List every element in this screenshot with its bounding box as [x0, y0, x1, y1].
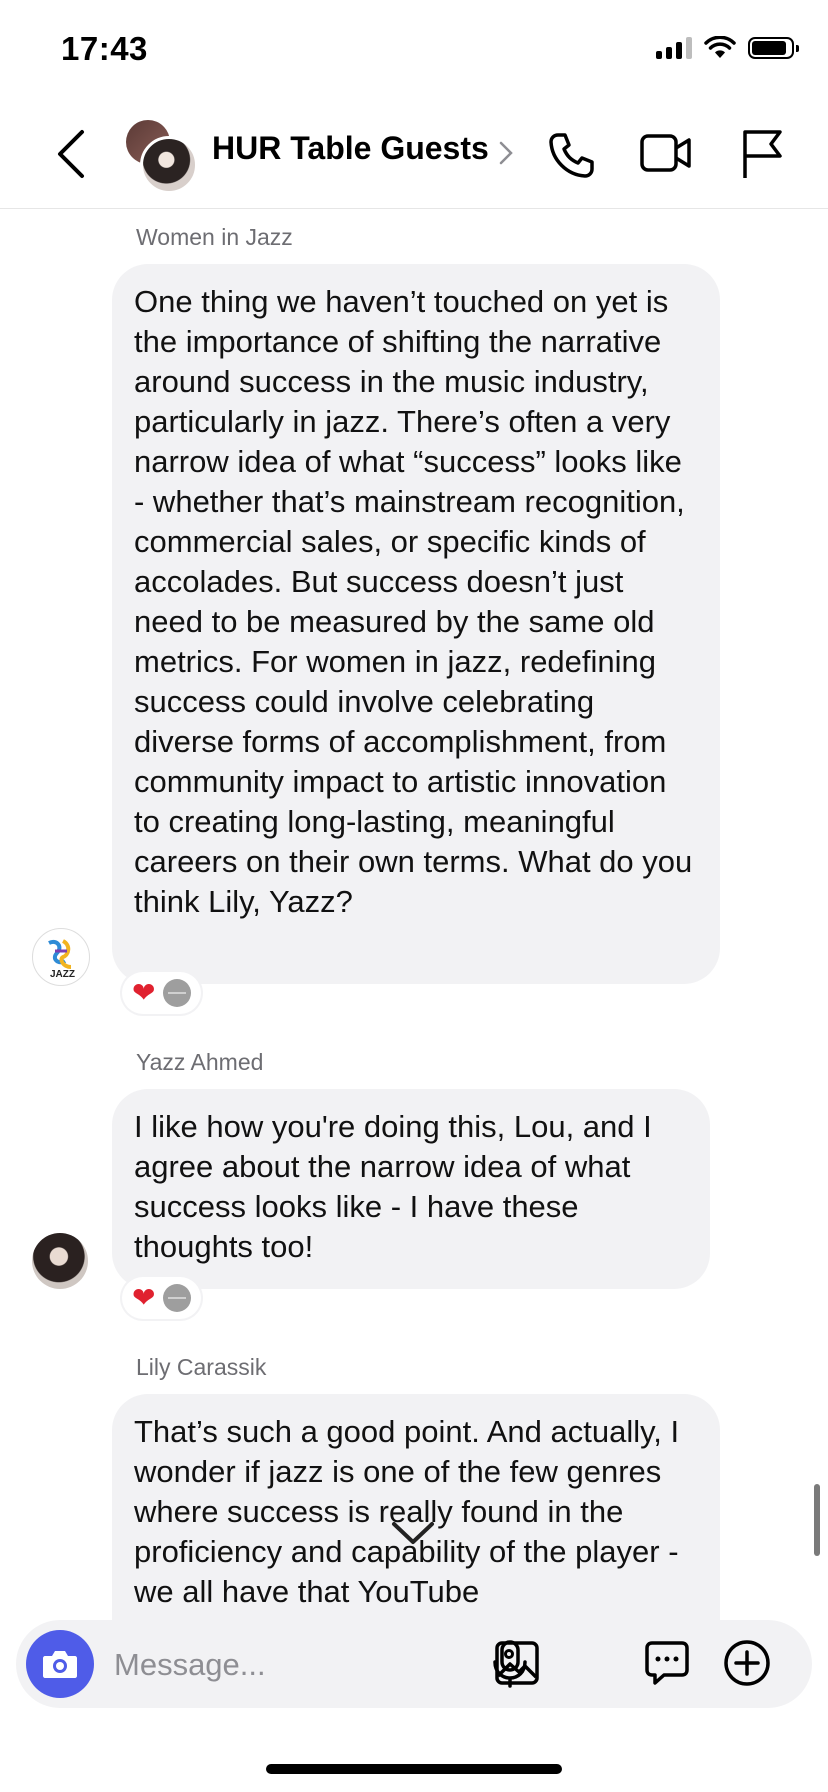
video-call-icon[interactable]: [640, 132, 692, 174]
member-avatar: [140, 136, 198, 194]
sender-name: Lily Carassik: [136, 1354, 267, 1380]
message-input[interactable]: [112, 1642, 416, 1688]
camera-icon: [43, 1651, 77, 1678]
flag-icon[interactable]: [740, 128, 784, 180]
reactor-avatar: [163, 979, 192, 1007]
reactions-bar[interactable]: ❤: [122, 1277, 202, 1319]
scroll-down-chevron-icon[interactable]: [390, 1518, 436, 1548]
image-upload-icon[interactable]: [494, 1640, 540, 1686]
message-bubble[interactable]: I like how you're doing this, Lou, and I…: [112, 1089, 710, 1289]
message-bubble[interactable]: One thing we haven’t touched on yet is t…: [112, 264, 720, 984]
heart-reaction-icon: ❤: [132, 1282, 156, 1313]
home-indicator: [266, 1764, 562, 1774]
back-chevron-icon[interactable]: [52, 128, 92, 180]
status-bar: 17:43: [0, 0, 828, 100]
chat-header: HUR Table Guests: [0, 100, 828, 209]
sender-name: Yazz Ahmed: [136, 1049, 264, 1075]
sender-avatar[interactable]: JAZZ: [32, 928, 90, 986]
chevron-right-icon[interactable]: [498, 140, 514, 166]
status-time: 17:43: [61, 30, 148, 67]
sender-name: Women in Jazz: [136, 224, 293, 250]
group-avatar[interactable]: [126, 120, 198, 194]
reactions-bar[interactable]: ❤: [122, 972, 202, 1014]
chat-title[interactable]: HUR Table Guests: [212, 130, 489, 167]
sticker-chat-icon[interactable]: [644, 1640, 690, 1686]
scrollbar[interactable]: [814, 1484, 820, 1556]
heart-reaction-icon: ❤: [132, 977, 156, 1008]
message-composer: [16, 1620, 812, 1708]
women-in-jazz-logo-icon: JAZZ: [34, 930, 88, 984]
message-text: I like how you're doing this, Lou, and I…: [134, 1109, 652, 1264]
wifi-icon: [704, 36, 736, 58]
cellular-signal-icon: [656, 37, 692, 59]
battery-icon: [748, 37, 799, 59]
add-circle-icon[interactable]: [723, 1639, 771, 1687]
sender-avatar[interactable]: [32, 1233, 88, 1289]
phone-icon[interactable]: [546, 130, 596, 180]
message-text: One thing we haven’t touched on yet is t…: [134, 284, 693, 919]
camera-button[interactable]: [26, 1630, 94, 1698]
status-icons: [656, 36, 799, 60]
reactor-avatar: [163, 1284, 192, 1312]
message-text: That’s such a good point. And actually, …: [134, 1414, 680, 1609]
svg-text:JAZZ: JAZZ: [50, 969, 75, 980]
